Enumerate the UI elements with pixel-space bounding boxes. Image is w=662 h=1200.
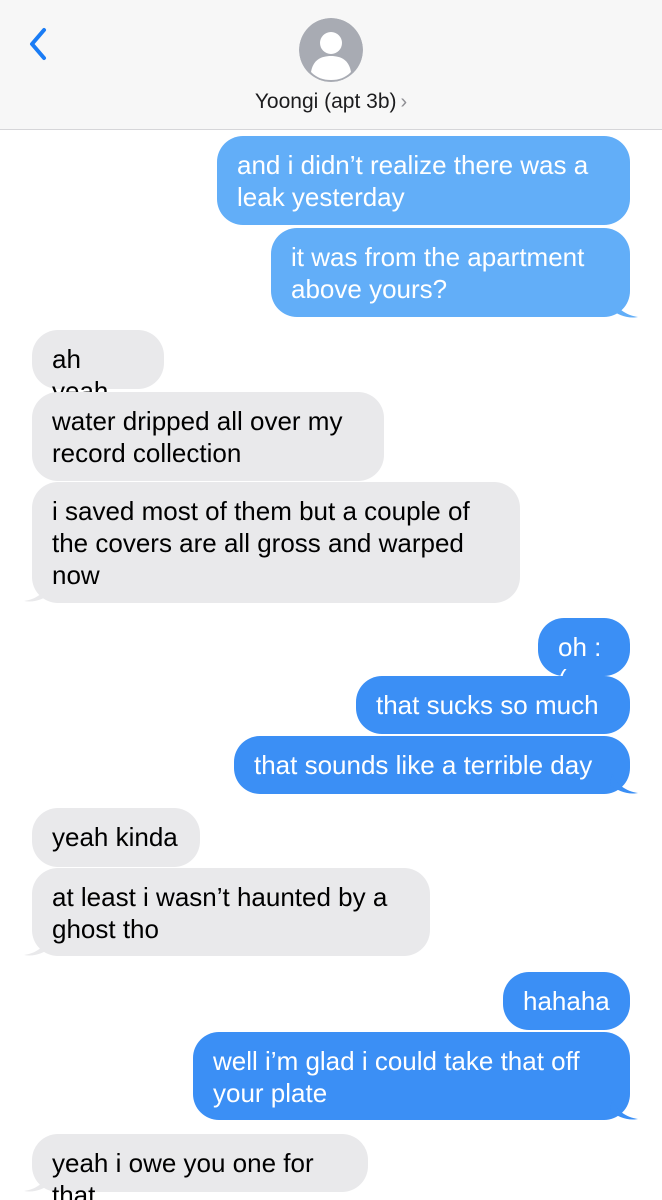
message-bubble-incoming[interactable]: i saved most of them but a couple of the… <box>32 482 520 603</box>
message-text: that sucks so much <box>376 690 599 720</box>
message-bubble-incoming[interactable]: water dripped all over my record collect… <box>32 392 384 481</box>
message-text: it was from the apartment above yours? <box>291 242 585 304</box>
conversation-header: Yoongi (apt 3b) › <box>0 0 662 130</box>
message-text: that sounds like a terrible day <box>254 750 593 780</box>
contact-name[interactable]: Yoongi (apt 3b) › <box>0 90 662 114</box>
bubble-tail <box>24 1171 52 1192</box>
message-bubble-incoming[interactable]: at least i wasn’t haunted by a ghost tho <box>32 868 430 956</box>
message-text: water dripped all over my record collect… <box>52 406 343 468</box>
back-button[interactable] <box>20 22 60 66</box>
bubble-tail <box>24 581 52 602</box>
message-text: i saved most of them but a couple of the… <box>52 496 470 590</box>
message-bubble-outgoing[interactable]: well i’m glad i could take that off your… <box>193 1032 630 1120</box>
message-bubble-outgoing[interactable]: and i didn’t realize there was a leak ye… <box>217 136 630 225</box>
message-bubble-outgoing[interactable]: it was from the apartment above yours? <box>271 228 630 317</box>
message-thread[interactable]: and i didn’t realize there was a leak ye… <box>0 130 662 1200</box>
bubble-tail <box>610 773 638 794</box>
message-text: yeah kinda <box>52 822 178 852</box>
person-placeholder-icon <box>299 18 363 82</box>
message-bubble-outgoing[interactable]: oh :( <box>538 618 630 694</box>
message-text: at least i wasn’t haunted by a ghost tho <box>52 882 388 944</box>
message-bubble-incoming[interactable]: ah yeah <box>32 330 164 406</box>
message-bubble-outgoing[interactable]: hahaha <box>503 972 630 1030</box>
message-text: and i didn’t realize there was a leak ye… <box>237 150 589 212</box>
bubble-tail <box>24 935 52 956</box>
message-bubble-incoming[interactable]: yeah kinda <box>32 808 200 867</box>
bubble-tail <box>610 297 638 318</box>
contact-avatar[interactable] <box>299 18 363 82</box>
chevron-right-icon: › <box>400 91 408 113</box>
message-text: hahaha <box>523 986 610 1016</box>
message-bubble-outgoing[interactable]: that sounds like a terrible day <box>234 736 630 794</box>
chevron-left-icon <box>30 28 46 60</box>
bubble-tail <box>610 1099 638 1120</box>
message-text: well i’m glad i could take that off your… <box>213 1046 580 1108</box>
message-text: yeah i owe you one for that <box>52 1148 314 1200</box>
contact-name-text: Yoongi (apt 3b) <box>254 90 397 113</box>
message-bubble-incoming[interactable]: yeah i owe you one for that <box>32 1134 368 1200</box>
message-bubble-outgoing[interactable]: that sucks so much <box>356 676 630 734</box>
